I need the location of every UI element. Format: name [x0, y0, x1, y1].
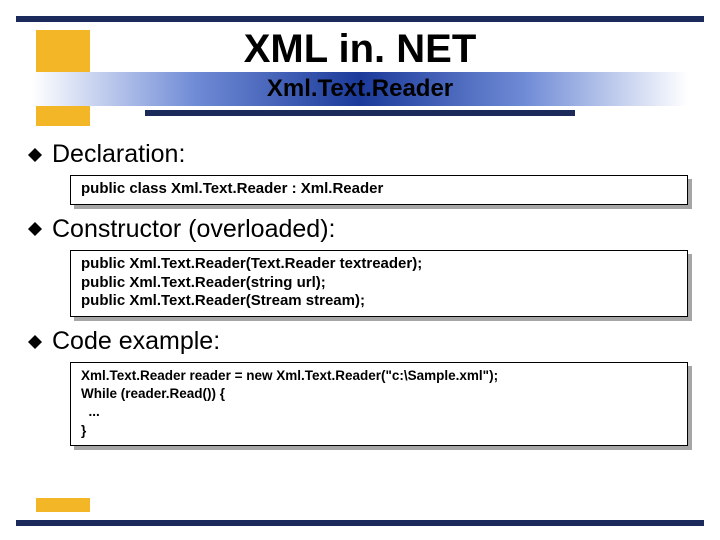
- top-rule: [16, 16, 704, 22]
- bullet-constructor: Constructor (overloaded):: [28, 215, 688, 244]
- bullet-code-example: Code example:: [28, 327, 688, 356]
- code-box-declaration: public class Xml.Text.Reader : Xml.Reade…: [70, 175, 688, 205]
- code-box-constructor: public Xml.Text.Reader(Text.Reader textr…: [70, 250, 688, 317]
- title-under-rule: [145, 110, 575, 116]
- diamond-bullet-icon: [28, 335, 42, 349]
- slide-title: XML in. NET: [16, 28, 704, 70]
- diamond-bullet-icon: [28, 222, 42, 236]
- diamond-bullet-icon: [28, 148, 42, 162]
- slide: XML in. NET Xml.Text.Reader Declaration:…: [0, 0, 720, 540]
- heading-declaration: Declaration:: [52, 140, 185, 169]
- heading-code-example: Code example:: [52, 327, 220, 356]
- content-area: Declaration: public class Xml.Text.Reade…: [28, 140, 688, 452]
- heading-constructor: Constructor (overloaded):: [52, 215, 335, 244]
- slide-subtitle: Xml.Text.Reader: [267, 75, 453, 103]
- bottom-accent-block: [36, 498, 90, 512]
- bottom-rule: [16, 520, 704, 526]
- code-box-code-example: Xml.Text.Reader reader = new Xml.Text.Re…: [70, 362, 688, 446]
- subtitle-gradient-track: Xml.Text.Reader: [32, 72, 688, 106]
- bullet-declaration: Declaration:: [28, 140, 688, 169]
- title-area: XML in. NET Xml.Text.Reader: [16, 28, 704, 116]
